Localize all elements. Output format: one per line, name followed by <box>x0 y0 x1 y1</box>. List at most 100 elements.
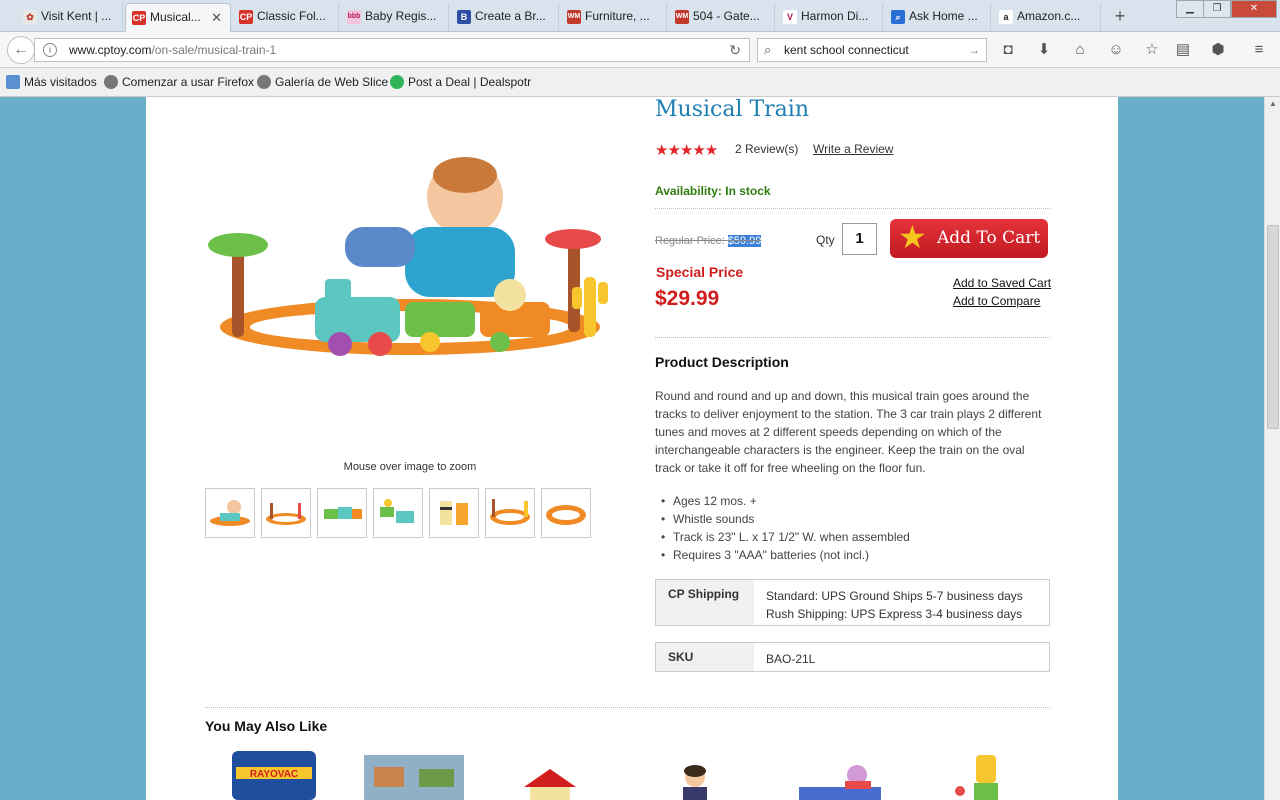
v-icon: V <box>783 10 797 24</box>
divider <box>655 337 1050 338</box>
related-product-image[interactable] <box>675 747 715 800</box>
feature-list: Ages 12 mos. + Whistle sounds Track is 2… <box>661 492 910 564</box>
thumbnail[interactable] <box>541 488 591 538</box>
list-item: Requires 3 "AAA" batteries (not incl.) <box>661 546 910 564</box>
bookmark-dealspotr[interactable]: Post a Deal | Dealspotr <box>390 75 531 89</box>
reload-icon[interactable]: ↻ <box>729 39 741 61</box>
sku-table: SKU BAO-21L <box>655 642 1050 672</box>
close-tab-icon[interactable]: ✕ <box>211 4 222 31</box>
browser-chrome: ✿ Visit Kent | ... CP Musical... ✕ CP Cl… <box>0 0 1280 97</box>
b-icon: B <box>457 10 471 24</box>
wm-icon: WM <box>567 10 581 24</box>
thumbnail[interactable] <box>261 488 311 538</box>
new-tab-button[interactable]: + <box>1110 4 1130 28</box>
tab-ask-home[interactable]: ⌕ Ask Home ... <box>885 3 991 32</box>
add-to-cart-button[interactable]: ★ Add To Cart <box>890 219 1048 258</box>
product-main-image[interactable] <box>200 147 620 397</box>
regular-price-value: $59.99 <box>727 235 762 247</box>
bookmark-most-visited[interactable]: Más visitados <box>6 75 97 89</box>
close-window-button[interactable]: ✕ <box>1231 0 1277 18</box>
cp-icon: CP <box>132 11 146 25</box>
tab-musical-train[interactable]: CP Musical... ✕ <box>125 3 231 32</box>
shipping-label: CP Shipping <box>656 580 754 625</box>
svg-text:RAYOVAC: RAYOVAC <box>250 769 298 780</box>
back-button[interactable]: ← <box>7 36 35 64</box>
download-icon[interactable]: ⬇ <box>1034 40 1054 60</box>
tab-baby-registry[interactable]: bbb Baby Regis... <box>341 3 449 32</box>
search-icon: ⌕ <box>764 42 772 57</box>
review-count[interactable]: 2 Review(s) <box>735 142 798 156</box>
thumbnail[interactable] <box>485 488 535 538</box>
babies-icon: bbb <box>347 10 361 24</box>
bookmarks-bar: Más visitados Comenzar a usar Firefox Ga… <box>0 69 1280 97</box>
bookmark-star-icon[interactable]: ☆ <box>1142 40 1162 60</box>
tab-create-brochure[interactable]: B Create a Br... <box>451 3 559 32</box>
related-product-image[interactable] <box>520 747 580 800</box>
shipping-values: Standard: UPS Ground Ships 5-7 business … <box>766 589 1023 621</box>
availability: Availability: In stock <box>655 184 771 198</box>
dragon-icon: ✿ <box>23 10 37 24</box>
star-icon: ★ <box>898 218 927 256</box>
special-price-value: $29.99 <box>655 287 720 310</box>
search-input[interactable]: ⌕ kent school connecticut → <box>757 38 987 62</box>
product-title: Musical Train <box>655 97 809 122</box>
tab-504-gate[interactable]: WM 504 - Gate... <box>669 3 775 32</box>
thumbnail[interactable] <box>317 488 367 538</box>
description-text: Round and round and up and down, this mu… <box>655 389 1042 475</box>
description-title: Product Description <box>655 354 789 370</box>
globe-icon <box>104 75 118 89</box>
wm-icon: WM <box>675 10 689 24</box>
addon-icon[interactable]: ⬢ <box>1208 40 1228 60</box>
url-bar[interactable]: i www.cptoy.com/on-sale/musical-train-1 … <box>34 38 750 62</box>
qty-label: Qty <box>816 233 835 247</box>
special-price-label: Special Price <box>656 264 744 280</box>
related-product-image[interactable]: RAYOVAC <box>230 747 320 800</box>
add-to-compare-link[interactable]: Add to Compare <box>953 294 1040 308</box>
tab-bar: ✿ Visit Kent | ... CP Musical... ✕ CP Cl… <box>0 0 1280 32</box>
related-product-image[interactable] <box>795 747 885 800</box>
menu-icon[interactable]: ≡ <box>1249 40 1269 60</box>
tab-furniture[interactable]: WM Furniture, ... <box>561 3 667 32</box>
add-to-saved-cart-link[interactable]: Add to Saved Cart <box>953 276 1051 290</box>
related-product-image[interactable] <box>940 747 1020 800</box>
scrollbar[interactable]: ▲ <box>1264 97 1280 800</box>
reading-list-icon[interactable]: ▤ <box>1173 40 1193 60</box>
shipping-table: CP Shipping Standard: UPS Ground Ships 5… <box>655 579 1050 626</box>
scroll-up-icon[interactable]: ▲ <box>1269 99 1277 108</box>
thumbnail[interactable] <box>429 488 479 538</box>
scrollbar-thumb[interactable] <box>1267 225 1279 429</box>
search-go-icon[interactable]: → <box>968 39 980 61</box>
divider <box>205 707 1050 708</box>
folder-icon <box>6 75 20 89</box>
tab-harmon[interactable]: V Harmon Di... <box>777 3 883 32</box>
pocket-icon[interactable]: ◘ <box>998 40 1018 60</box>
tab-classic-folk[interactable]: CP Classic Fol... <box>233 3 339 32</box>
tab-visit-kent[interactable]: ✿ Visit Kent | ... <box>17 3 123 32</box>
bookmark-firefox[interactable]: Comenzar a usar Firefox <box>104 75 254 89</box>
rating-stars: ★★★★★ <box>655 142 718 159</box>
bookmark-web-slice[interactable]: Galería de Web Slice <box>257 75 388 89</box>
tab-amazon[interactable]: a Amazon.c... <box>993 3 1101 32</box>
sku-label: SKU <box>656 643 754 671</box>
thumbnail[interactable] <box>373 488 423 538</box>
minimize-button[interactable]: ▁ <box>1176 0 1204 18</box>
maximize-button[interactable]: ❐ <box>1203 0 1231 18</box>
amazon-icon: a <box>999 10 1013 24</box>
globe-icon <box>257 75 271 89</box>
write-review-link[interactable]: Write a Review <box>813 142 893 156</box>
zoom-note: Mouse over image to zoom <box>343 461 477 473</box>
url-domain: www.cptoy.com <box>69 43 152 57</box>
qty-input[interactable]: 1 <box>842 223 877 255</box>
dealspotr-icon <box>390 75 404 89</box>
list-item: Ages 12 mos. + <box>661 492 910 510</box>
related-product-image[interactable] <box>364 747 464 800</box>
sku-value: BAO-21L <box>766 652 816 666</box>
url-path: /on-sale/musical-train-1 <box>151 43 277 57</box>
chat-icon[interactable]: ☺ <box>1106 40 1126 60</box>
thumbnail[interactable] <box>205 488 255 538</box>
info-icon[interactable]: i <box>43 43 57 57</box>
related-title: You May Also Like <box>205 718 328 734</box>
regular-price: Regular Price: $59.99 <box>655 235 762 247</box>
home-icon[interactable]: ⌂ <box>1070 40 1090 60</box>
list-item: Track is 23" L. x 17 1/2" W. when assemb… <box>661 528 910 546</box>
